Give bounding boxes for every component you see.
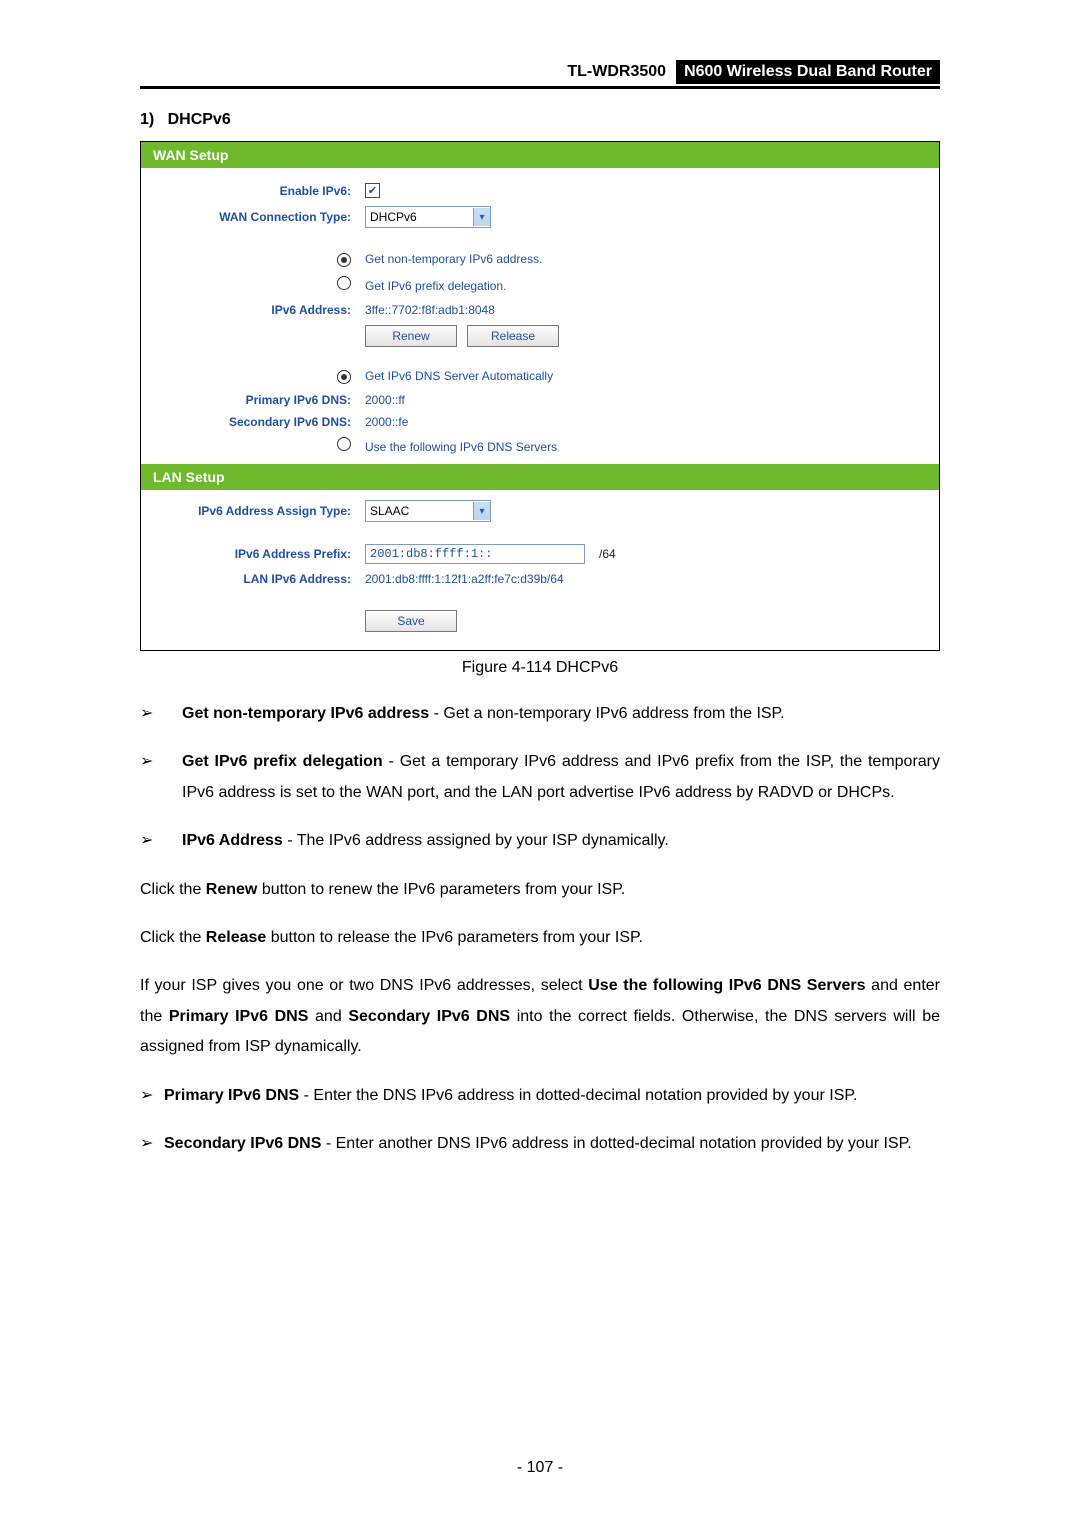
figure-caption: Figure 4-114 DHCPv6 [140,659,940,677]
text-strong: Release [206,929,267,946]
manual-dns-radio[interactable] [337,437,351,451]
primary-dns-label: Primary IPv6 DNS: [141,393,365,407]
lan-ipv6-address-label: LAN IPv6 Address: [141,572,365,586]
enable-ipv6-label: Enable IPv6: [141,184,365,198]
assign-type-label: IPv6 Address Assign Type: [141,504,365,518]
prefix-input[interactable]: 2001:db8:ffff:1:: [365,544,585,564]
non-temp-address-radio[interactable] [337,253,351,267]
text: and [308,1008,348,1025]
auto-dns-radio[interactable] [337,370,351,384]
bullet-term: IPv6 Address [182,832,283,849]
list-item: Primary IPv6 DNS - Enter the DNS IPv6 ad… [140,1081,940,1111]
manual-dns-option: Use the following IPv6 DNS Servers [365,440,557,454]
select-value: DHCPv6 [370,210,417,224]
dns-bullets: Primary IPv6 DNS - Enter the DNS IPv6 ad… [140,1081,940,1160]
select-value: SLAAC [370,504,409,518]
list-item: Get non-temporary IPv6 address - Get a n… [140,699,940,729]
enable-ipv6-checkbox[interactable]: ✔ [365,183,380,198]
prefix-suffix: /64 [595,547,616,561]
text: button to renew the IPv6 parameters from… [257,881,625,898]
release-paragraph: Click the Release button to release the … [140,923,940,953]
document-header: TL-WDR3500 N600 Wireless Dual Band Route… [140,60,940,89]
wan-setup-header: WAN Setup [141,142,939,168]
ipv6-address-label: IPv6 Address: [141,303,365,317]
list-item: IPv6 Address - The IPv6 address assigned… [140,826,940,856]
text-strong: Primary IPv6 DNS [169,1008,309,1025]
chevron-down-icon: ▾ [473,502,490,520]
text-strong: Renew [206,881,258,898]
section-title: DHCPv6 [168,111,231,128]
dns-paragraph: If your ISP gives you one or two DNS IPv… [140,971,940,1062]
assign-type-select[interactable]: SLAAC ▾ [365,500,491,522]
text: button to release the IPv6 parameters fr… [266,929,643,946]
secondary-dns-value: 2000::fe [365,415,408,429]
lan-setup-header: LAN Setup [141,464,939,490]
prefix-delegation-radio[interactable] [337,276,351,290]
section-heading: 1) DHCPv6 [140,111,940,129]
text: Click the [140,929,206,946]
ipv6-address-value: 3ffe::7702:f8f:adb1:8048 [365,303,495,317]
primary-dns-value: 2000::ff [365,393,405,407]
prefix-delegation-option: Get IPv6 prefix delegation. [365,279,506,293]
list-item: Secondary IPv6 DNS - Enter another DNS I… [140,1129,940,1159]
renew-paragraph: Click the Renew button to renew the IPv6… [140,875,940,905]
text: Click the [140,881,206,898]
page-number: - 107 - [0,1459,1080,1477]
bullet-term: Secondary IPv6 DNS [164,1135,321,1152]
secondary-dns-label: Secondary IPv6 DNS: [141,415,365,429]
text-strong: Use the following IPv6 DNS Servers [588,977,865,994]
save-button[interactable]: Save [365,610,457,632]
wan-connection-type-select[interactable]: DHCPv6 ▾ [365,206,491,228]
product-name-badge: N600 Wireless Dual Band Router [676,60,940,84]
non-temp-address-option: Get non-temporary IPv6 address. [365,252,542,266]
wan-connection-type-label: WAN Connection Type: [141,210,365,224]
bullet-desc: - Enter the DNS IPv6 address in dotted-d… [299,1087,857,1104]
config-screenshot: WAN Setup Enable IPv6: ✔ WAN Connection … [140,141,940,651]
model-number: TL-WDR3500 [567,63,666,81]
section-number: 1) [140,111,154,128]
renew-button[interactable]: Renew [365,325,457,347]
bullet-desc: - Get a non-temporary IPv6 address from … [429,705,784,722]
auto-dns-option: Get IPv6 DNS Server Automatically [365,369,553,383]
bullet-term: Get non-temporary IPv6 address [182,705,429,722]
text: If your ISP gives you one or two DNS IPv… [140,977,588,994]
lan-ipv6-address-value: 2001:db8:ffff:1:12f1:a2ff:fe7c:d39b/64 [365,572,564,586]
bullet-term: Get IPv6 prefix delegation [182,753,383,770]
text-strong: Secondary IPv6 DNS [348,1008,510,1025]
bullet-term: Primary IPv6 DNS [164,1087,299,1104]
feature-bullets: Get non-temporary IPv6 address - Get a n… [140,699,940,857]
list-item: Get IPv6 prefix delegation - Get a tempo… [140,747,940,808]
chevron-down-icon: ▾ [473,208,490,226]
prefix-label: IPv6 Address Prefix: [141,547,365,561]
release-button[interactable]: Release [467,325,559,347]
bullet-desc: - The IPv6 address assigned by your ISP … [283,832,669,849]
bullet-desc: - Enter another DNS IPv6 address in dott… [321,1135,911,1152]
